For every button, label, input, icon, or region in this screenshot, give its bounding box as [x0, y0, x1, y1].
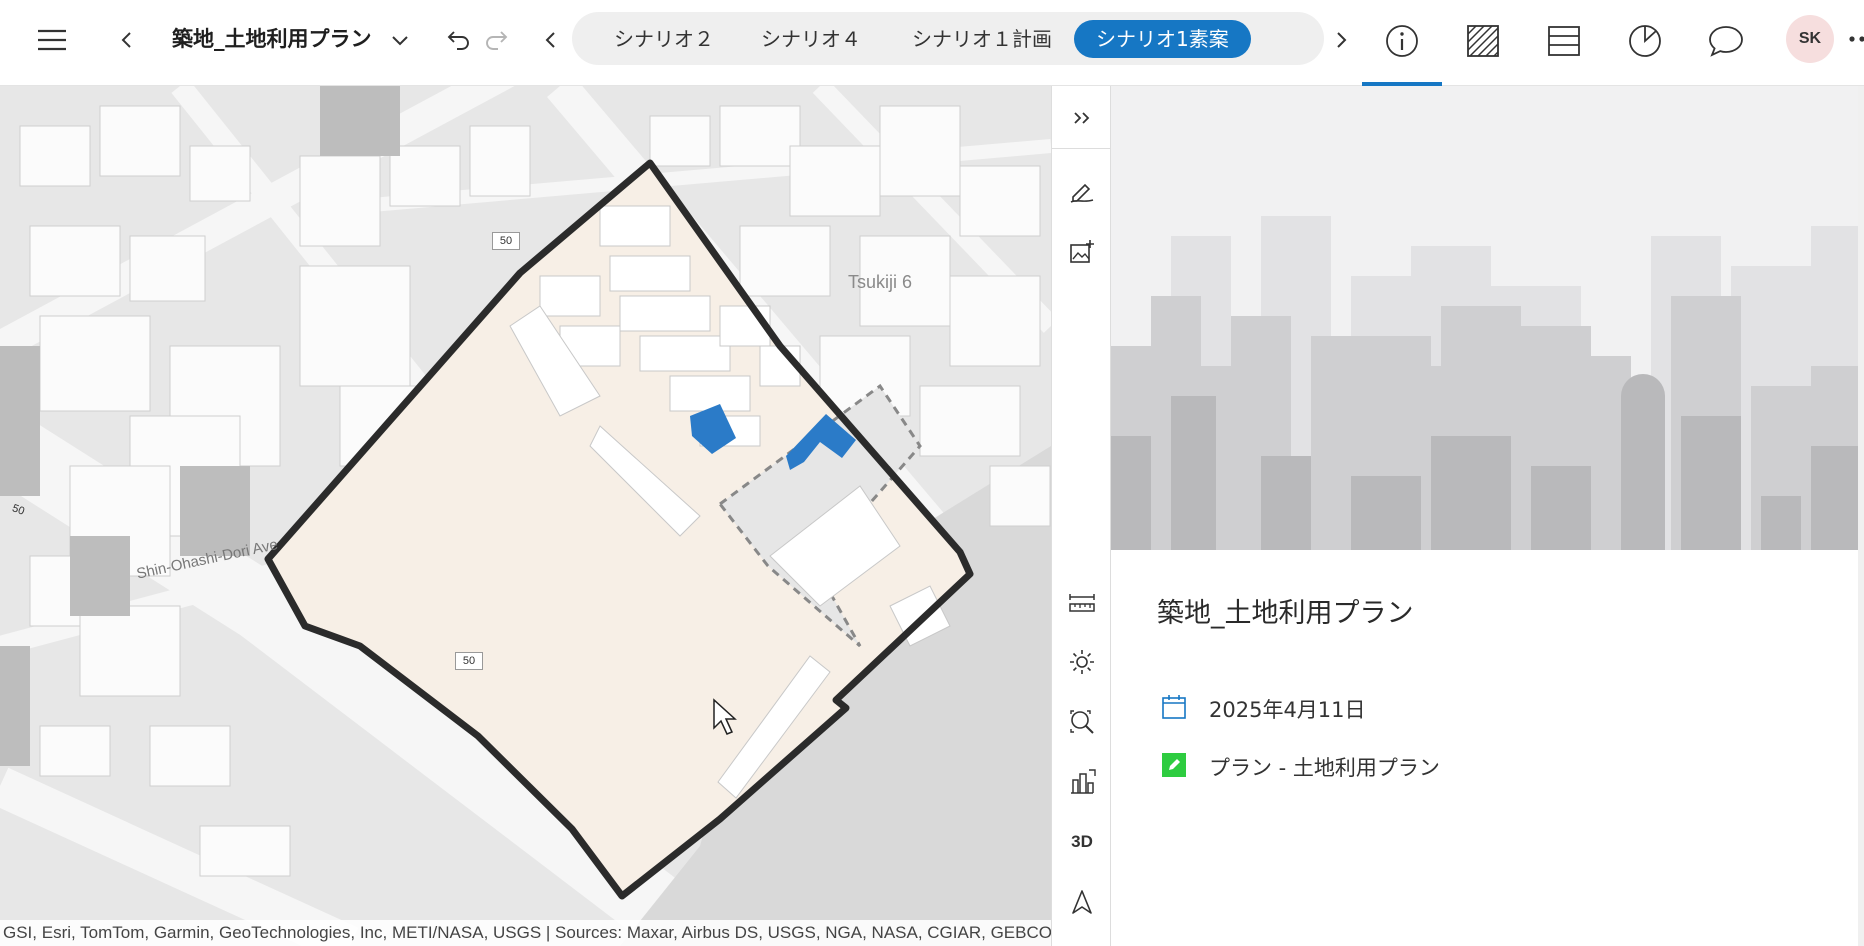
tab-scenario-1-plan[interactable]: シナリオ１計画 [902, 20, 1062, 58]
tab-scenario-1-draft[interactable]: シナリオ1素案 [1074, 20, 1251, 58]
table-list-icon [1548, 26, 1580, 60]
plan-date-row: 2025年4月11日 [1161, 692, 1366, 726]
building-chart-icon[interactable] [1052, 756, 1112, 808]
measure-ruler-icon[interactable] [1052, 576, 1112, 628]
map-toolstrip: 3D [1051, 86, 1112, 946]
toggle-3d-button[interactable]: 3D [1052, 816, 1112, 868]
route-shield: 50 [455, 652, 483, 670]
info-panel: 築地_土地利用プラン 2025年4月11日 プラン - 土地利用プラン [1111, 86, 1864, 946]
route-shield: 50 [492, 232, 520, 250]
edit-pencil-icon [1161, 752, 1187, 782]
back-chevron-left-icon[interactable] [112, 25, 140, 55]
district-label: Tsukiji 6 [848, 272, 913, 292]
tabs-more-horizontal-icon[interactable] [1840, 20, 1864, 58]
info-icon [1385, 24, 1419, 62]
tab-scenario-4[interactable]: シナリオ４ [756, 20, 866, 58]
redo-icon[interactable] [481, 24, 511, 54]
map-view[interactable]: 50 50 50 Shin-Ohashi-Dori Ave Tsukiji 6 … [0, 86, 1051, 946]
map-canvas [0, 86, 1051, 946]
scenario-tabs: シナリオ２ シナリオ４ シナリオ１計画 シナリオ1素案 [572, 12, 1864, 65]
info-tool-button[interactable] [1362, 12, 1442, 86]
toolstrip-divider [1052, 148, 1112, 149]
plan-type: プラン - 土地利用プラン [1209, 756, 1440, 780]
plan-type-row: プラン - 土地利用プラン [1161, 750, 1440, 784]
layers-table-tool-button[interactable] [1524, 12, 1604, 74]
tabs-prev-chevron-left-icon[interactable] [536, 25, 564, 55]
hatch-pattern-icon [1467, 25, 1499, 61]
daylight-sun-icon[interactable] [1052, 636, 1112, 688]
chat-bubble-icon [1708, 24, 1744, 62]
map-attribution: GSI, Esri, TomTom, Garmin, GeoTechnologi… [0, 920, 1051, 946]
user-avatar[interactable]: SK [1786, 15, 1834, 63]
panel-scrollbar[interactable] [1858, 86, 1864, 946]
plan-dropdown-chevron-down-icon[interactable] [386, 26, 414, 54]
zoning-tool-button[interactable] [1443, 12, 1523, 74]
zoom-search-icon[interactable] [1052, 696, 1112, 748]
expand-double-chevron-icon[interactable] [1052, 92, 1112, 144]
tabs-next-chevron-right-icon[interactable] [1328, 25, 1356, 55]
dashboard-tool-button[interactable] [1605, 12, 1685, 74]
comments-tool-button[interactable] [1686, 12, 1766, 74]
panel-plan-title: 築地_土地利用プラン [1157, 598, 1414, 629]
undo-icon[interactable] [444, 24, 474, 54]
sketch-pen-icon[interactable] [1052, 166, 1112, 218]
plan-date: 2025年4月11日 [1209, 698, 1366, 722]
app-header: 築地_土地利用プラン シナリオ２ シナリオ４ シナリオ１計画 シナリオ1素案 S… [0, 0, 1864, 86]
city-skyline-illustration [1111, 86, 1864, 550]
plan-title[interactable]: 築地_土地利用プラン [172, 22, 372, 56]
navigate-north-arrow-icon[interactable] [1052, 876, 1112, 928]
pie-chart-icon [1628, 24, 1662, 62]
calendar-icon [1161, 694, 1187, 724]
add-image-icon[interactable] [1052, 226, 1112, 278]
hamburger-menu-icon[interactable] [34, 22, 70, 58]
tab-scenario-2[interactable]: シナリオ２ [608, 20, 720, 58]
